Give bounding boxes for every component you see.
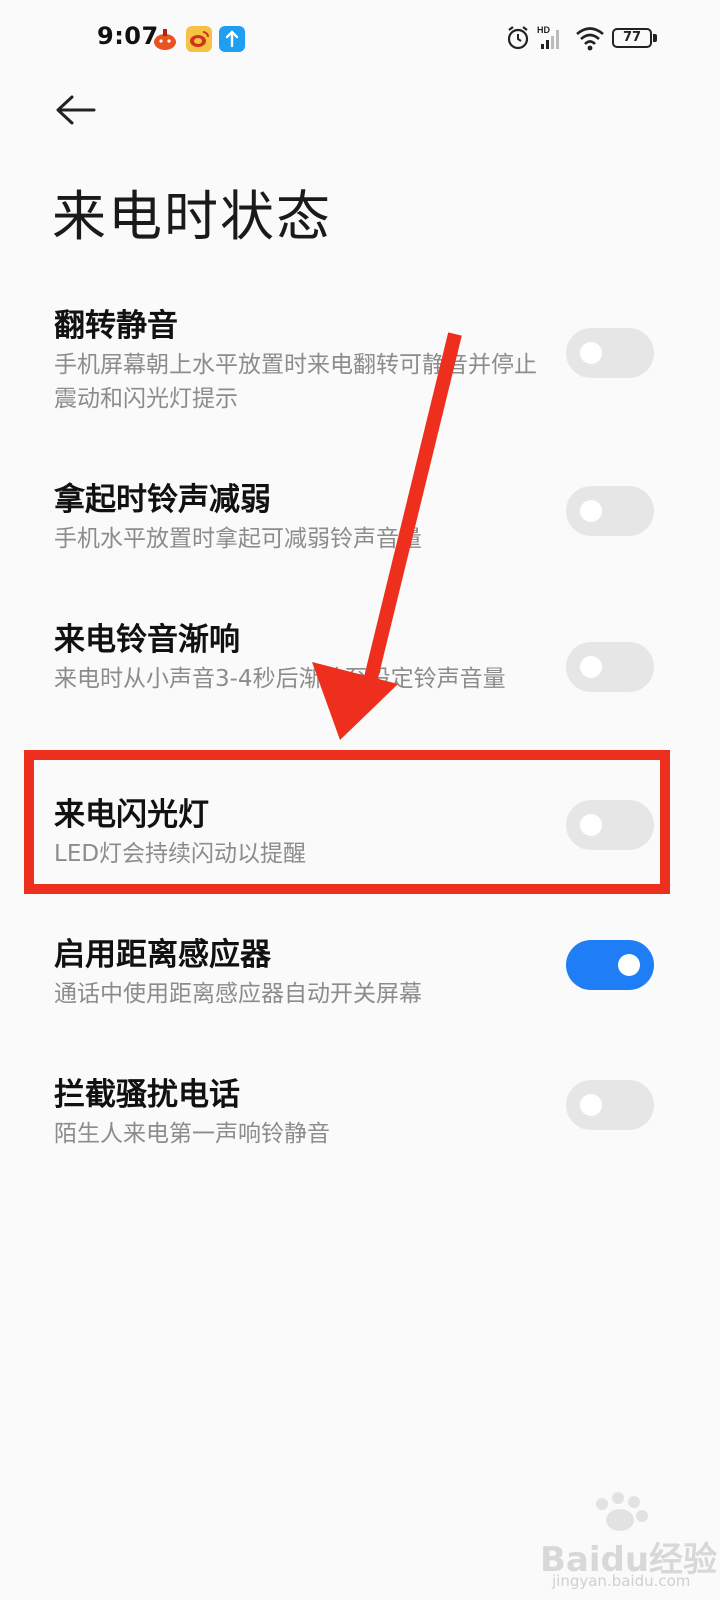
- setting-title: 拦截骚扰电话: [54, 1077, 240, 1113]
- block-spam-calls-toggle[interactable]: [566, 1080, 654, 1130]
- battery-tip: [653, 34, 657, 42]
- toggle-knob: [580, 1094, 602, 1116]
- battery-level: 77: [622, 30, 642, 45]
- setting-title: 拿起时铃声减弱: [54, 482, 271, 518]
- setting-item-flip-mute[interactable]: 翻转静音 手机屏幕朝上水平放置时来电翻转可静音并停止震动和闪光灯提示: [0, 300, 720, 412]
- pickup-lower-volume-toggle[interactable]: [566, 486, 654, 536]
- setting-item-pickup-lower-volume[interactable]: 拿起时铃声减弱 手机水平放置时拿起可减弱铃声音量: [0, 474, 720, 554]
- signal-icon: HD: [537, 25, 559, 49]
- toggle-knob: [618, 954, 640, 976]
- setting-item-proximity-sensor[interactable]: 启用距离感应器 通话中使用距离感应器自动开关屏幕: [0, 929, 720, 1009]
- status-bar: 9:07 HD 77: [0, 0, 720, 80]
- upload-icon: [219, 26, 245, 52]
- wifi-icon: [576, 27, 604, 51]
- back-arrow-icon: [56, 95, 96, 125]
- ring-crescendo-toggle[interactable]: [566, 642, 654, 692]
- page-title: 来电时状态: [52, 185, 332, 248]
- setting-description: 来电时从小声音3-4秒后渐响至设定铃声音量: [54, 666, 506, 692]
- flip-mute-toggle[interactable]: [566, 328, 654, 378]
- back-button[interactable]: [50, 88, 106, 132]
- setting-item-block-spam-calls[interactable]: 拦截骚扰电话 陌生人来电第一声响铃静音: [0, 1069, 720, 1149]
- highlight-box: [24, 750, 670, 894]
- weibo-icon: [186, 26, 212, 52]
- status-time: 9:07: [97, 22, 159, 50]
- svg-text:HD: HD: [537, 25, 550, 35]
- toggle-knob: [580, 342, 602, 364]
- toggle-knob: [580, 500, 602, 522]
- proximity-sensor-toggle[interactable]: [566, 940, 654, 990]
- setting-description: 陌生人来电第一声响铃静音: [54, 1121, 330, 1147]
- toggle-knob: [580, 656, 602, 678]
- setting-description: 手机水平放置时拿起可减弱铃声音量: [54, 526, 422, 552]
- setting-title: 翻转静音: [54, 308, 178, 344]
- setting-title: 启用距离感应器: [54, 937, 271, 973]
- app-notification-icon: [152, 26, 178, 52]
- setting-description: 通话中使用距离感应器自动开关屏幕: [54, 981, 422, 1007]
- watermark-url: jingyan.baidu.com: [552, 1572, 691, 1590]
- setting-item-ring-crescendo[interactable]: 来电铃音渐响 来电时从小声音3-4秒后渐响至设定铃声音量: [0, 614, 720, 724]
- setting-title: 来电铃音渐响: [54, 622, 240, 658]
- alarm-icon: [507, 26, 529, 50]
- setting-description: 手机屏幕朝上水平放置时来电翻转可静音并停止震动和闪光灯提示: [54, 352, 537, 412]
